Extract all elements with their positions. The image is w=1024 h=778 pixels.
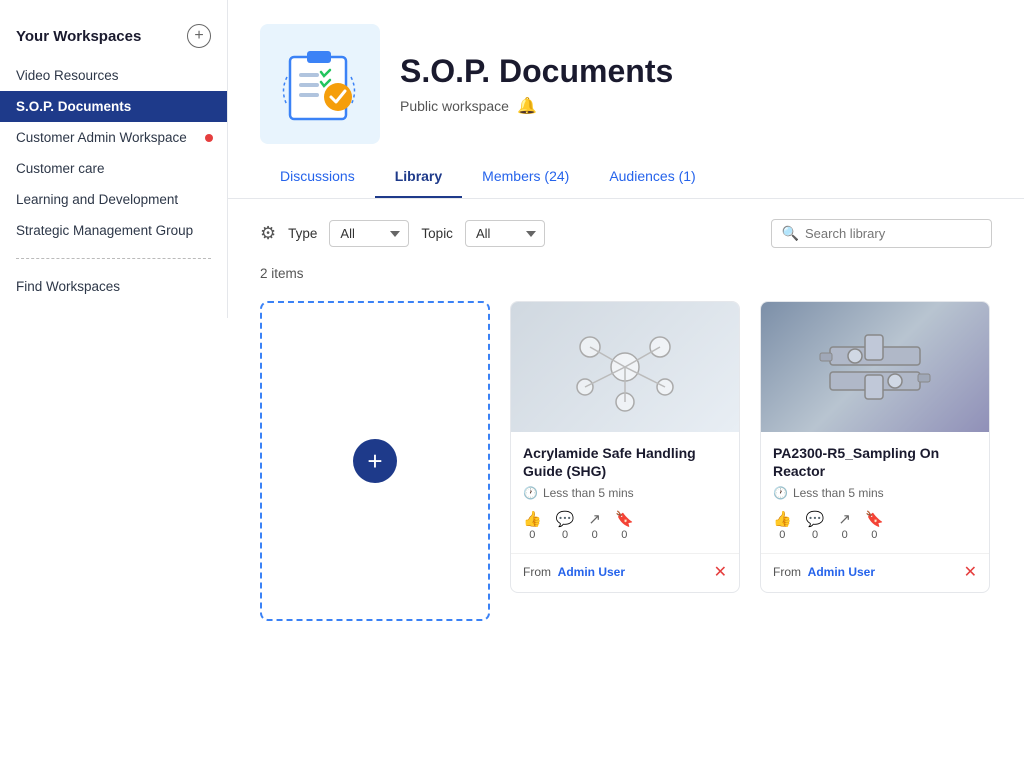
sidebar-item-customer-admin[interactable]: Customer Admin Workspace (0, 122, 227, 153)
share-action-reactor[interactable]: ↗ 0 (838, 510, 851, 541)
like-icon-reactor: 👍 (773, 510, 792, 528)
library-grid: + Acrylamide Saf (228, 289, 1024, 653)
workspace-info: S.O.P. Documents Public workspace 🔔 (400, 53, 673, 116)
card-time-acrylamide: 🕐 Less than 5 mins (523, 486, 727, 500)
card-actions-reactor: 👍 0 💬 0 ↗ 0 🔖 0 (773, 510, 977, 541)
notification-dot (205, 134, 213, 142)
type-label: Type (288, 226, 317, 241)
add-content-card[interactable]: + (260, 301, 490, 621)
sidebar-divider (16, 258, 211, 259)
add-workspace-button[interactable]: + (187, 24, 211, 48)
tabs-bar: Discussions Library Members (24) Audienc… (228, 156, 1024, 199)
card-from-label-reactor: From Admin User (773, 565, 875, 579)
tab-audiences[interactable]: Audiences (1) (589, 156, 715, 198)
topic-label: Topic (421, 226, 453, 241)
type-select[interactable]: All (329, 220, 409, 247)
like-icon: 👍 (523, 510, 542, 528)
card-body-reactor: PA2300-R5_Sampling On Reactor 🕐 Less tha… (761, 432, 989, 553)
workspace-icon (260, 24, 380, 144)
tab-library[interactable]: Library (375, 156, 462, 198)
comment-icon-reactor: 💬 (806, 510, 825, 528)
card-acrylamide: Acrylamide Safe Handling Guide (SHG) 🕐 L… (510, 301, 740, 593)
sop-icon-svg (275, 39, 365, 129)
reactor-svg (810, 317, 940, 417)
like-action-reactor[interactable]: 👍 0 (773, 510, 792, 541)
topic-select[interactable]: All (465, 220, 545, 247)
filter-bar: ⚙ Type All Topic All 🔍 (228, 199, 1024, 258)
molecule-svg (560, 317, 690, 417)
workspace-name: S.O.P. Documents (400, 53, 673, 90)
card-body-acrylamide: Acrylamide Safe Handling Guide (SHG) 🕐 L… (511, 432, 739, 553)
bookmark-icon-reactor: 🔖 (865, 510, 884, 528)
search-icon: 🔍 (782, 225, 799, 242)
bookmark-action-reactor[interactable]: 🔖 0 (865, 510, 884, 541)
filter-icon[interactable]: ⚙ (260, 223, 276, 244)
clock-icon-2: 🕐 (773, 486, 788, 500)
sidebar-item-video-resources[interactable]: Video Resources (0, 60, 227, 91)
card-reactor: PA2300-R5_Sampling On Reactor 🕐 Less tha… (760, 301, 990, 593)
sidebar-item-strategic-mgmt[interactable]: Strategic Management Group (0, 215, 227, 246)
comment-action-reactor[interactable]: 💬 0 (806, 510, 825, 541)
comment-icon: 💬 (556, 510, 575, 528)
card-from-label: From Admin User (523, 565, 625, 579)
find-workspaces-link[interactable]: Find Workspaces (0, 271, 227, 302)
sidebar-item-customer-care[interactable]: Customer care (0, 153, 227, 184)
sidebar-item-learning-dev[interactable]: Learning and Development (0, 184, 227, 215)
card-image-reactor (761, 302, 989, 432)
clock-icon: 🕐 (523, 486, 538, 500)
add-content-button[interactable]: + (353, 439, 397, 483)
card-image-acrylamide (511, 302, 739, 432)
search-box: 🔍 (771, 219, 992, 248)
workspace-type: Public workspace (400, 98, 509, 114)
card-actions-acrylamide: 👍 0 💬 0 ↗ 0 🔖 0 (523, 510, 727, 541)
card-time-reactor: 🕐 Less than 5 mins (773, 486, 977, 500)
bookmark-icon: 🔖 (615, 510, 634, 528)
card-footer-reactor: From Admin User ✕ (761, 553, 989, 592)
search-input[interactable] (805, 226, 981, 241)
main-content: S.O.P. Documents Public workspace 🔔 Disc… (228, 0, 1024, 778)
remove-card-reactor[interactable]: ✕ (964, 562, 977, 582)
remove-card-acrylamide[interactable]: ✕ (714, 562, 727, 582)
items-count: 2 items (228, 258, 1024, 289)
sidebar: Your Workspaces + Video Resources S.O.P.… (0, 0, 228, 778)
share-action[interactable]: ↗ 0 (588, 510, 601, 541)
workspace-header: S.O.P. Documents Public workspace 🔔 (228, 0, 1024, 144)
card-title-acrylamide: Acrylamide Safe Handling Guide (SHG) (523, 444, 727, 480)
like-action[interactable]: 👍 0 (523, 510, 542, 541)
tab-discussions[interactable]: Discussions (260, 156, 375, 198)
card-footer-acrylamide: From Admin User ✕ (511, 553, 739, 592)
share-icon: ↗ (588, 510, 601, 528)
sidebar-title: Your Workspaces (16, 28, 141, 45)
workspace-meta: Public workspace 🔔 (400, 96, 673, 116)
share-icon-reactor: ↗ (838, 510, 851, 528)
tab-members[interactable]: Members (24) (462, 156, 589, 198)
bell-icon[interactable]: 🔔 (517, 96, 537, 116)
bookmark-action[interactable]: 🔖 0 (615, 510, 634, 541)
comment-action[interactable]: 💬 0 (556, 510, 575, 541)
sidebar-item-sop-documents[interactable]: S.O.P. Documents (0, 91, 227, 122)
card-title-reactor: PA2300-R5_Sampling On Reactor (773, 444, 977, 480)
